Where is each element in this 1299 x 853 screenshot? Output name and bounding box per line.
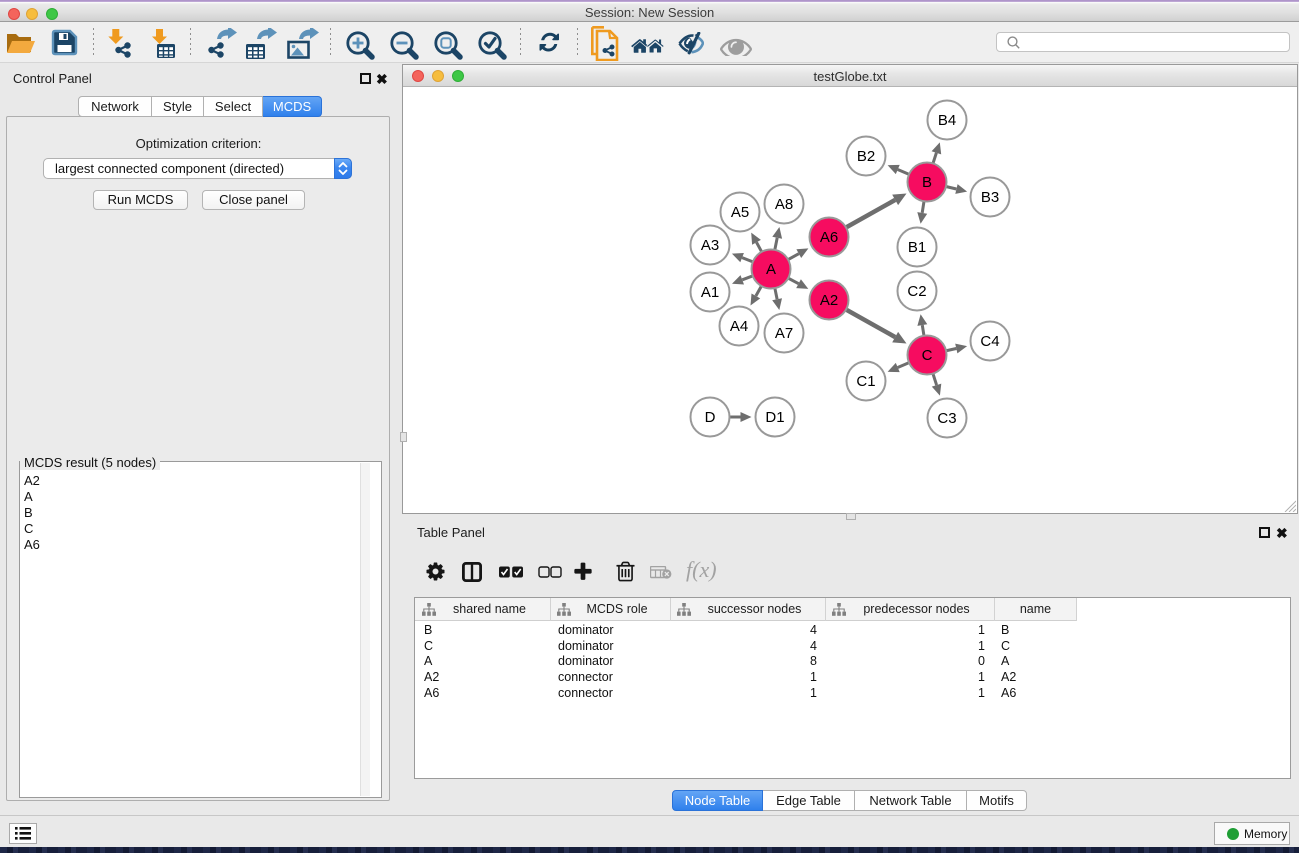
svg-text:A2: A2 — [820, 292, 838, 309]
svg-text:A: A — [766, 261, 776, 278]
svg-text:C4: C4 — [980, 333, 999, 350]
svg-text:C: C — [922, 347, 933, 364]
svg-text:C2: C2 — [907, 283, 926, 300]
svg-text:A6: A6 — [820, 229, 838, 246]
svg-text:A3: A3 — [701, 237, 719, 254]
svg-text:B1: B1 — [908, 239, 926, 256]
svg-text:B4: B4 — [938, 112, 956, 129]
svg-text:B: B — [922, 174, 932, 191]
svg-text:C1: C1 — [856, 373, 875, 390]
svg-text:B2: B2 — [857, 148, 875, 165]
svg-text:A8: A8 — [775, 196, 793, 213]
svg-text:D: D — [705, 409, 716, 426]
svg-text:B3: B3 — [981, 189, 999, 206]
svg-text:D1: D1 — [765, 409, 784, 426]
svg-text:C3: C3 — [937, 410, 956, 427]
svg-text:A4: A4 — [730, 318, 748, 335]
svg-text:A5: A5 — [731, 204, 749, 221]
svg-text:A7: A7 — [775, 325, 793, 342]
svg-text:A1: A1 — [701, 284, 719, 301]
